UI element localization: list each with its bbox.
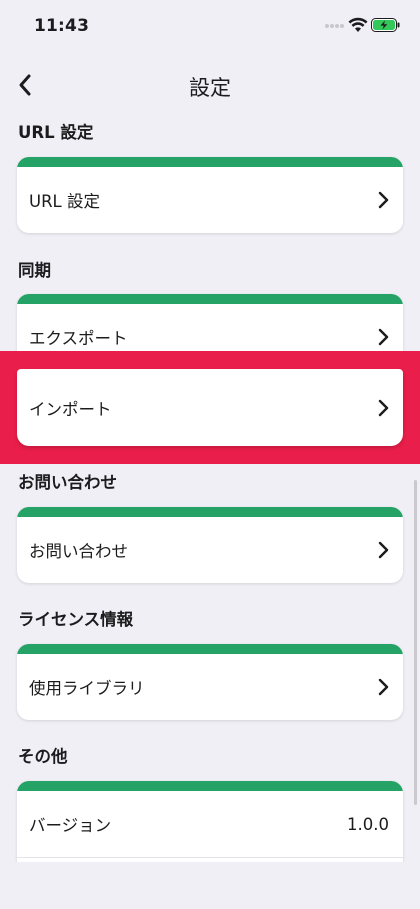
card-url: URL 設定 [17, 157, 403, 233]
section-header-other: その他 [18, 747, 68, 766]
row-contact[interactable]: お問い合わせ [17, 517, 403, 583]
row-version: バージョン 1.0.0 [17, 791, 403, 857]
chevron-right-icon [378, 328, 389, 346]
section-header-license: ライセンス情報 [18, 610, 134, 629]
scroll-indicator[interactable] [414, 480, 417, 805]
card-license: 使用ライブラリ [17, 644, 403, 720]
version-value: 1.0.0 [347, 814, 389, 834]
card-accent [17, 507, 403, 517]
card-import: インポート [17, 369, 403, 446]
chevron-right-icon [378, 541, 389, 559]
card-accent [17, 781, 403, 791]
bottom-safe-area [0, 862, 420, 909]
row-url-settings[interactable]: URL 設定 [17, 167, 403, 233]
settings-list[interactable]: URL 設定 URL 設定 同期 エクスポート インポート お問い合わせ お問い… [0, 0, 420, 909]
row-label: URL 設定 [29, 192, 100, 211]
section-header-contact: お問い合わせ [18, 473, 117, 492]
card-accent [17, 157, 403, 167]
card-accent [17, 644, 403, 654]
row-import[interactable]: インポート [17, 369, 403, 446]
row-label: 使用ライブラリ [29, 679, 145, 698]
row-label: エクスポート [29, 329, 128, 348]
section-header-url: URL 設定 [18, 123, 94, 142]
card-contact: お問い合わせ [17, 507, 403, 583]
row-label: バージョン [29, 816, 112, 835]
chevron-right-icon [378, 399, 389, 416]
card-accent [17, 294, 403, 304]
chevron-right-icon [378, 678, 389, 696]
row-label: お問い合わせ [29, 542, 128, 561]
chevron-right-icon [378, 191, 389, 209]
section-header-sync: 同期 [18, 261, 51, 280]
row-libraries[interactable]: 使用ライブラリ [17, 654, 403, 720]
row-label: インポート [29, 399, 112, 419]
